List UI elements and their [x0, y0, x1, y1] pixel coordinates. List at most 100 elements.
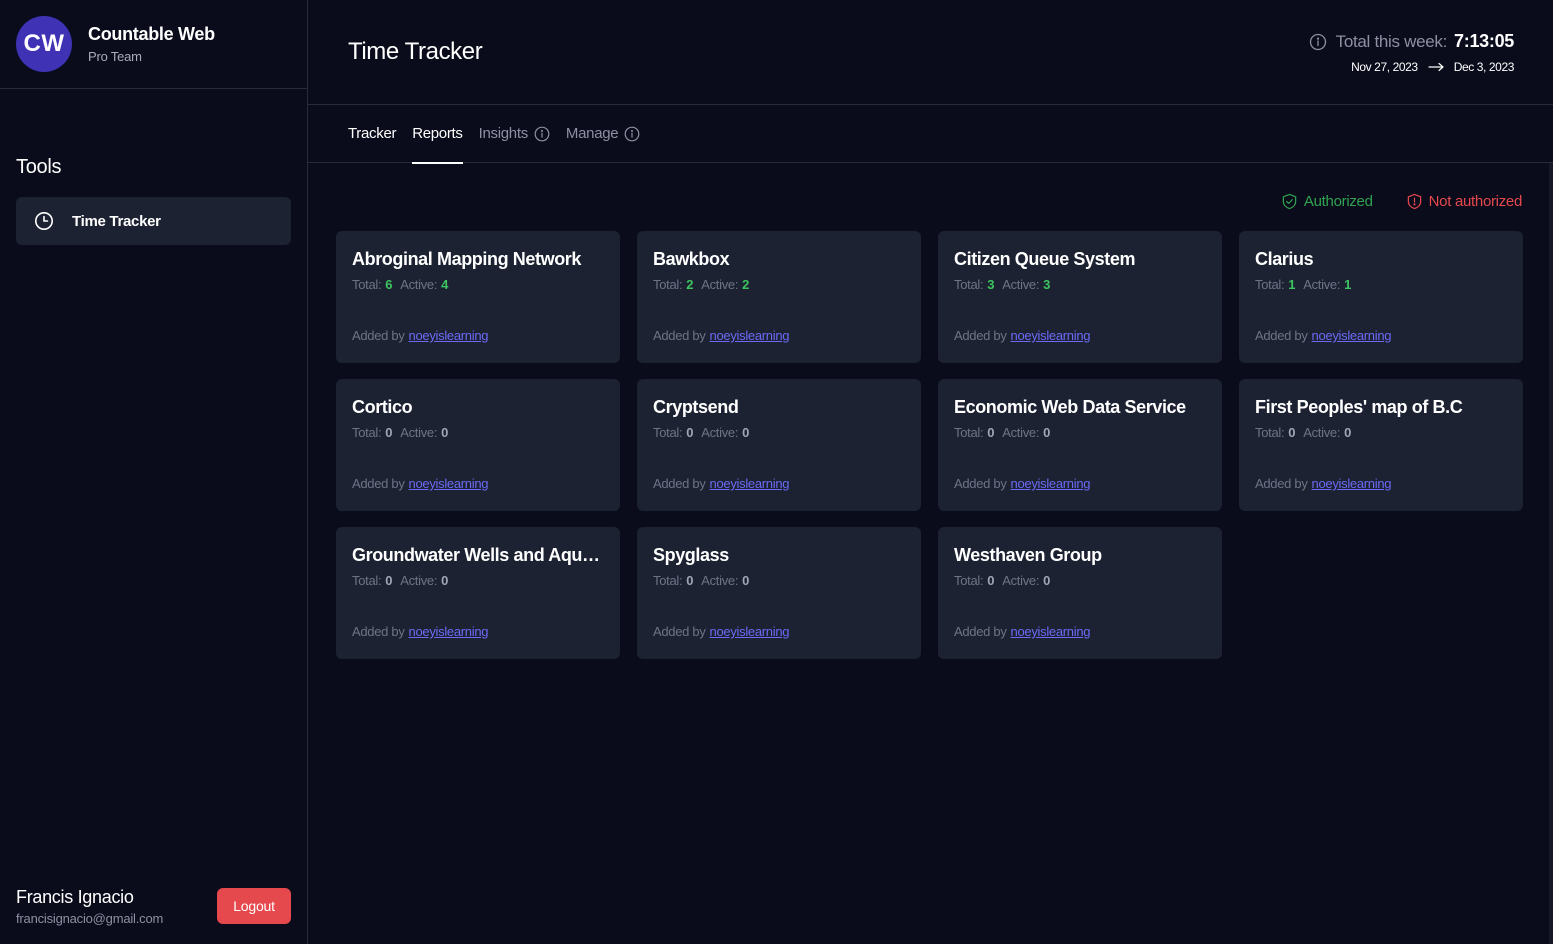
week-date-range: Nov 27, 2023 Dec 3, 2023: [1351, 59, 1514, 75]
sidebar: CW Countable Web Pro Team Tools Time Tra…: [0, 0, 308, 944]
tab-reports[interactable]: Reports: [412, 105, 464, 164]
added-by: Added by noeyislearning: [1255, 476, 1391, 491]
arrow-right-icon: [1428, 59, 1444, 75]
project-stats: Total: 0 Active: 0: [954, 573, 1206, 588]
project-card[interactable]: Bawkbox Total: 2 Active: 2 Added by noeyisle…: [637, 231, 921, 363]
added-by-label: Added by: [352, 476, 405, 491]
project-card[interactable]: Abroginal Mapping Network Total: 6 Active:…: [336, 231, 620, 363]
added-by: Added by noeyislearning: [653, 328, 789, 343]
brand-header: CW Countable Web Pro Team: [0, 0, 307, 89]
org-avatar[interactable]: CW: [16, 16, 72, 72]
added-by: Added by noeyislearning: [954, 328, 1090, 343]
tab-label: Tracker: [348, 125, 397, 142]
active-value: 0: [441, 425, 449, 440]
active-label: Active:: [400, 573, 438, 588]
added-by-user-link[interactable]: noeyislearning: [710, 476, 790, 491]
added-by: Added by noeyislearning: [653, 624, 789, 639]
total-value: 1: [1288, 277, 1296, 292]
user-name: Francis Ignacio: [16, 887, 134, 907]
active-value: 0: [1344, 425, 1352, 440]
project-stats: Total: 0 Active: 0: [653, 425, 905, 440]
legend-authorized: Authorized: [1281, 193, 1373, 210]
info-icon: [624, 126, 640, 142]
added-by-label: Added by: [1255, 328, 1308, 343]
added-by: Added by noeyislearning: [1255, 328, 1391, 343]
active-value: 0: [742, 425, 750, 440]
project-title: Westhaven Group: [954, 545, 1102, 565]
project-card[interactable]: Cryptsend Total: 0 Active: 0 Added by noeyis…: [637, 379, 921, 511]
added-by: Added by noeyislearning: [954, 624, 1090, 639]
range-start: Nov 27, 2023: [1351, 60, 1418, 74]
scrollbar[interactable]: [1549, 163, 1553, 944]
total-label: Total:: [352, 277, 382, 292]
total-value: 0: [686, 425, 694, 440]
active-label: Active:: [1303, 277, 1341, 292]
project-card[interactable]: Clarius Total: 1 Active: 1 Added by noeyisle…: [1239, 231, 1523, 363]
shield-alert-icon: [1406, 193, 1423, 210]
active-value: 0: [1043, 425, 1051, 440]
project-stats: Total: 3 Active: 3: [954, 277, 1206, 292]
project-card[interactable]: Spyglass Total: 0 Active: 0 Added by noeyisl…: [637, 527, 921, 659]
added-by-user-link[interactable]: noeyislearning: [710, 624, 790, 639]
project-stats: Total: 0 Active: 0: [1255, 425, 1507, 440]
added-by-user-link[interactable]: noeyislearning: [1011, 476, 1091, 491]
added-by-user-link[interactable]: noeyislearning: [1011, 624, 1091, 639]
tab-label: Reports: [412, 125, 463, 142]
clock-icon: [34, 211, 54, 231]
project-card[interactable]: Cortico Total: 0 Active: 0 Added by noeyisle…: [336, 379, 620, 511]
added-by-user-link[interactable]: noeyislearning: [1312, 328, 1392, 343]
project-card[interactable]: Westhaven Group Total: 0 Active: 0 Added by…: [938, 527, 1222, 659]
added-by: Added by noeyislearning: [954, 476, 1090, 491]
project-stats: Total: 2 Active: 2: [653, 277, 905, 292]
project-title: Clarius: [1255, 249, 1314, 269]
active-label: Active:: [1002, 277, 1040, 292]
tab-tracker[interactable]: Tracker: [348, 105, 396, 163]
project-card[interactable]: Groundwater Wells and Aquifers Total: 0 Ac…: [336, 527, 620, 659]
project-stats: Total: 0 Active: 0: [352, 425, 604, 440]
project-card[interactable]: Citizen Queue System Total: 3 Active: 3 Add…: [938, 231, 1222, 363]
total-value: 0: [1288, 425, 1296, 440]
info-icon[interactable]: [1309, 33, 1327, 51]
tab-manage[interactable]: Manage: [566, 105, 640, 163]
project-title: Spyglass: [653, 545, 729, 565]
added-by-user-link[interactable]: noeyislearning: [710, 328, 790, 343]
active-value: 2: [742, 277, 750, 292]
active-value: 3: [1043, 277, 1051, 292]
auth-legend: Authorized Not authorized: [1281, 193, 1522, 210]
brand-text: Countable Web Pro Team: [88, 24, 215, 64]
active-label: Active:: [701, 425, 739, 440]
added-by-user-link[interactable]: noeyislearning: [409, 624, 489, 639]
tab-label: Insights: [478, 125, 529, 142]
total-label: Total:: [653, 277, 683, 292]
added-by-label: Added by: [954, 624, 1007, 639]
total-value: 3: [987, 277, 995, 292]
added-by-user-link[interactable]: noeyislearning: [409, 328, 489, 343]
sidebar-item-label: Time Tracker: [72, 212, 161, 230]
page-header: Time Tracker Total this week: 7:13:05 No…: [308, 0, 1553, 105]
added-by: Added by noeyislearning: [352, 328, 488, 343]
total-value: 0: [385, 425, 393, 440]
added-by-label: Added by: [954, 476, 1007, 491]
project-card[interactable]: First Peoples' map of B.C Total: 0 Active:…: [1239, 379, 1523, 511]
added-by-label: Added by: [653, 476, 706, 491]
logout-button[interactable]: Logout: [217, 888, 291, 924]
added-by-label: Added by: [1255, 476, 1308, 491]
sidebar-item-time-tracker[interactable]: Time Tracker: [16, 197, 291, 245]
active-value: 0: [441, 573, 449, 588]
added-by-user-link[interactable]: noeyislearning: [1312, 476, 1392, 491]
page-title: Time Tracker: [348, 38, 483, 65]
active-label: Active:: [1002, 425, 1040, 440]
tab-insights[interactable]: Insights: [479, 105, 550, 163]
added-by-user-link[interactable]: noeyislearning: [1011, 328, 1091, 343]
project-stats: Total: 1 Active: 1: [1255, 277, 1507, 292]
tab-bar: Tracker Reports Insights Manage: [308, 105, 1553, 164]
org-name: Countable Web: [88, 24, 215, 44]
info-icon: [534, 126, 550, 142]
project-card[interactable]: Economic Web Data Service Total: 0 Active:…: [938, 379, 1222, 511]
added-by-label: Added by: [954, 328, 1007, 343]
active-label: Active:: [1002, 573, 1040, 588]
tools-heading: Tools: [16, 156, 62, 178]
added-by-user-link[interactable]: noeyislearning: [409, 476, 489, 491]
active-label: Active:: [1303, 425, 1341, 440]
active-label: Active:: [400, 277, 438, 292]
